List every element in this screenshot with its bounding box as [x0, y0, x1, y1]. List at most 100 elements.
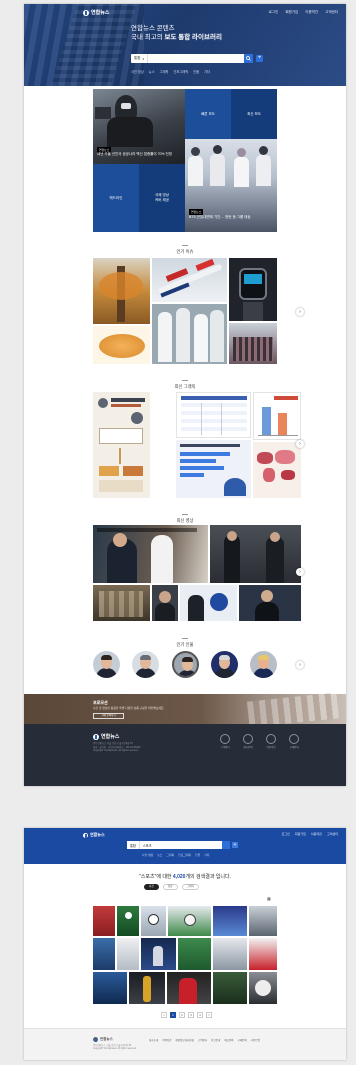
carousel-next-button[interactable]: ›	[296, 568, 304, 576]
carousel-next-button[interactable]: ›	[296, 440, 304, 448]
carousel-next-button[interactable]: ›	[296, 661, 304, 669]
photo-food[interactable]	[93, 326, 150, 364]
quick-link[interactable]: 기타	[204, 853, 209, 857]
tile-breaking[interactable]: 빠른 보도	[185, 89, 231, 139]
result-photo[interactable]	[93, 906, 115, 936]
photo-smartwatch[interactable]	[229, 258, 277, 321]
nav-terms[interactable]: 이용약관	[311, 832, 322, 836]
avatar[interactable]	[210, 651, 238, 678]
search-input[interactable]	[147, 56, 244, 61]
footer-logo[interactable]: 연합뉴스	[93, 733, 119, 740]
add-button[interactable]: +	[232, 842, 238, 848]
photo-autumn[interactable]	[93, 258, 150, 324]
quick-link[interactable]: 인물	[195, 853, 200, 857]
nav-terms[interactable]: 이용약관	[305, 10, 318, 15]
footer-logo[interactable]: 연합뉴스	[93, 1037, 113, 1042]
result-photo[interactable]	[168, 906, 211, 936]
footer-link[interactable]: 구매문의	[237, 1038, 246, 1042]
footer-link[interactable]: 광고안내	[211, 1038, 220, 1042]
site-logo[interactable]: 연합뉴스	[83, 832, 105, 838]
grid-view-icon[interactable]: ▦	[267, 896, 271, 901]
photo-airplanes[interactable]	[152, 258, 227, 302]
tab-graphic[interactable]: 그래픽	[181, 884, 199, 890]
tab-video[interactable]: 영상	[162, 884, 178, 890]
video-thumb-speaker[interactable]	[152, 585, 178, 621]
result-photo[interactable]	[178, 938, 211, 970]
result-photo[interactable]	[167, 972, 211, 1004]
pager-page[interactable]: 3	[188, 1012, 194, 1018]
search-scope-select[interactable]: 통합	[127, 841, 140, 849]
avatar[interactable]	[93, 651, 120, 678]
video-thumb-officials[interactable]	[210, 525, 301, 583]
promo-inquiry-button[interactable]: 구매 문의하기	[93, 713, 124, 719]
avatar[interactable]	[132, 651, 160, 678]
result-photo[interactable]	[141, 938, 176, 970]
nav-support[interactable]: 고객센터	[325, 10, 338, 15]
video-thumb-briefing[interactable]	[180, 585, 237, 621]
featured-bts-story[interactable]: 연합뉴스 BTS 군입대면제 기간 ... 방탄 등 그룹 대상	[185, 139, 277, 232]
photo-protective-suits[interactable]	[152, 304, 227, 364]
quick-link[interactable]: 사진·영상	[142, 853, 153, 857]
tile-latest[interactable]: 최신 보도	[231, 89, 277, 139]
tile-intl-video[interactable]: 국제 영상 커버 제공	[139, 164, 185, 232]
footer-link[interactable]: 제휴문의	[224, 1038, 233, 1042]
quick-link[interactable]: 인포그래픽	[173, 69, 188, 74]
footer-link-support[interactable]: 고객센터	[217, 734, 233, 749]
nav-login[interactable]: 로그인	[282, 832, 290, 836]
result-photo[interactable]	[93, 972, 127, 1004]
pager-next[interactable]: >	[206, 1012, 212, 1018]
footer-link-purchase[interactable]: 구매안내	[286, 734, 302, 749]
pager-page[interactable]: 1	[170, 1012, 176, 1018]
nav-support[interactable]: 고객센터	[327, 832, 338, 836]
result-photo[interactable]	[249, 938, 277, 970]
tab-photo[interactable]: 사진	[144, 884, 159, 890]
featured-main-story[interactable]: 연합뉴스 내년 가을 선진국 공공나라 백신 접종률이 70% 전망	[93, 89, 185, 164]
nav-login[interactable]: 로그인	[269, 10, 279, 15]
quick-link[interactable]: 뉴스	[149, 69, 155, 74]
graphic-data-table[interactable]	[176, 392, 251, 438]
quick-link[interactable]: 기타	[204, 69, 210, 74]
quick-link[interactable]: 그래픽	[166, 853, 174, 857]
search-input[interactable]: 스포츠	[140, 843, 222, 848]
quick-link[interactable]: 그래픽	[160, 69, 169, 74]
footer-link[interactable]: 사이트맵	[251, 1038, 260, 1042]
result-photo[interactable]	[141, 906, 166, 936]
avatar[interactable]	[171, 651, 199, 678]
quick-link[interactable]: 뉴스	[157, 853, 162, 857]
video-thumb-president[interactable]	[239, 585, 301, 621]
tile-headline[interactable]: 헤드라인	[93, 164, 139, 232]
search-scope-select[interactable]: 통합 ▾	[131, 54, 148, 63]
result-photo[interactable]	[213, 938, 247, 970]
result-photo[interactable]	[249, 972, 277, 1004]
result-photo[interactable]	[117, 938, 139, 970]
footer-link-partnership[interactable]: 제휴문의	[240, 734, 256, 749]
graphic-infographic-flow[interactable]	[93, 392, 150, 498]
pager-page[interactable]: 4	[197, 1012, 203, 1018]
result-photo[interactable]	[249, 906, 277, 936]
result-photo[interactable]	[129, 972, 165, 1004]
result-photo[interactable]	[213, 972, 247, 1004]
search-button[interactable]	[222, 841, 230, 849]
footer-link[interactable]: 이용약관	[162, 1038, 171, 1042]
quick-link[interactable]: 사진·영상	[131, 69, 144, 74]
search-button[interactable]	[244, 54, 253, 63]
graphic-bar-stats[interactable]	[176, 440, 251, 498]
footer-link[interactable]: 개인정보처리방침	[175, 1038, 193, 1042]
graphic-world-map[interactable]	[253, 442, 301, 498]
graphic-column-chart[interactable]	[253, 392, 301, 440]
pager-prev[interactable]: <	[161, 1012, 167, 1018]
site-logo[interactable]: 연합뉴스	[83, 9, 109, 16]
video-thumb-meeting[interactable]	[93, 585, 150, 621]
photo-city-crowd[interactable]	[229, 323, 277, 364]
add-button[interactable]: +	[256, 55, 263, 62]
video-thumb-vaccination[interactable]	[93, 525, 208, 583]
nav-signup[interactable]: 회원가입	[295, 832, 306, 836]
pager-page[interactable]: 2	[179, 1012, 185, 1018]
footer-link[interactable]: 회사소개	[149, 1038, 158, 1042]
result-photo[interactable]	[117, 906, 139, 936]
footer-link[interactable]: 고객센터	[198, 1038, 207, 1042]
result-photo[interactable]	[93, 938, 115, 970]
quick-link[interactable]: 인포그래픽	[178, 853, 191, 857]
carousel-next-button[interactable]: ›	[296, 308, 304, 316]
footer-link-terms[interactable]: 이용약관	[263, 734, 279, 749]
